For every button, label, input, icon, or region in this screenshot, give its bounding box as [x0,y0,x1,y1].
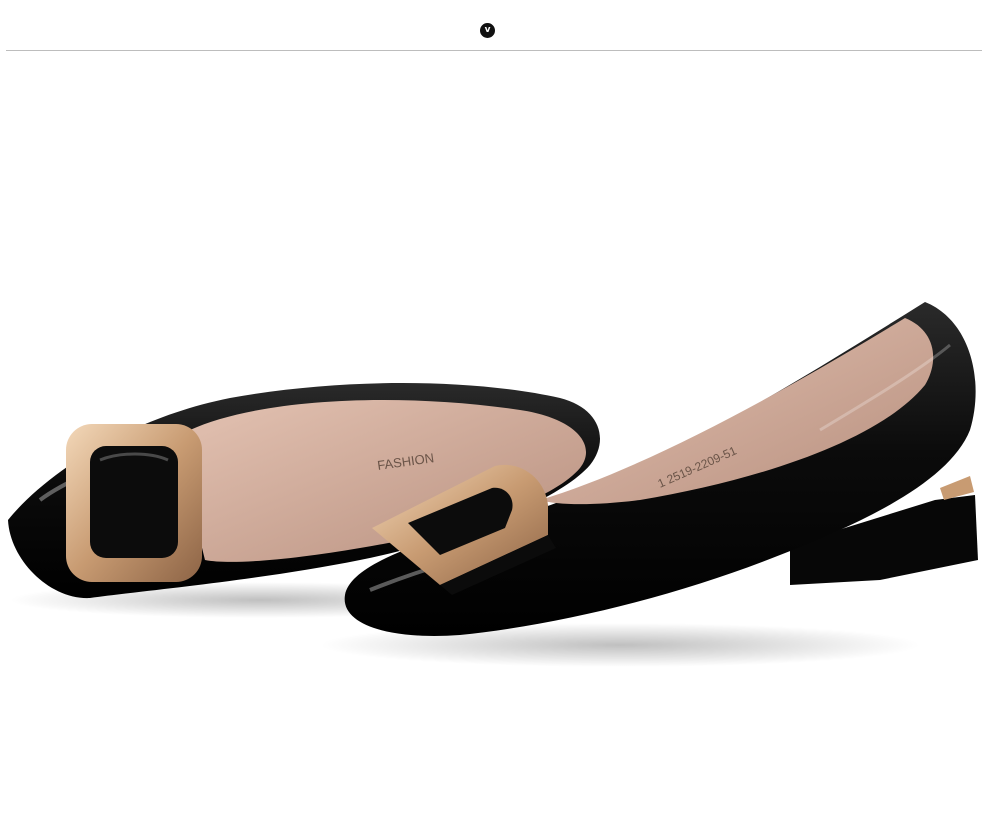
divider [6,50,982,51]
shoes-illustration: FASHION 1 2519-2209-51 [8,302,978,667]
header: v [0,0,990,60]
left-shoe-buckle-inner [90,446,178,558]
chevron-down-badge[interactable]: v [480,23,495,38]
product-photo: FASHION 1 2519-2209-51 [0,60,990,840]
